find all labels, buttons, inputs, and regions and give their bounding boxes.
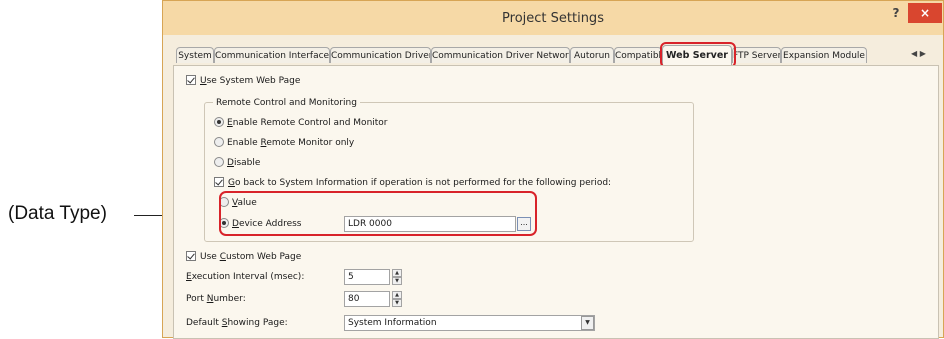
label-text: Enable bbox=[227, 138, 261, 148]
enable-remote-control-radio[interactable]: Enable Remote Control and Monitor bbox=[214, 116, 388, 130]
checkbox-checked-icon bbox=[186, 251, 196, 261]
label-text: ustom Web Page bbox=[225, 252, 302, 262]
label-text: umber: bbox=[213, 294, 246, 304]
port-number-label: Port Number: bbox=[186, 292, 246, 306]
spin-down-icon[interactable]: ▼ bbox=[392, 299, 402, 307]
default-showing-page-label: Default Showing Page: bbox=[186, 316, 288, 330]
data-type-callout: (Data Type) bbox=[8, 203, 107, 224]
execution-interval-label: Execution Interval (msec): bbox=[186, 270, 304, 284]
checkbox-checked-icon bbox=[214, 177, 224, 187]
tab-ftp-server[interactable]: FTP Server bbox=[732, 47, 781, 63]
use-system-web-page-checkbox[interactable]: Use System Web Page bbox=[186, 74, 300, 88]
label-text: isable bbox=[233, 158, 261, 168]
label-text: Default bbox=[186, 318, 222, 328]
label-text: Use bbox=[200, 252, 220, 262]
group-title: Remote Control and Monitoring bbox=[213, 96, 360, 110]
dialog-title: Project Settings bbox=[502, 11, 604, 26]
port-number-input[interactable]: 80 bbox=[344, 291, 390, 307]
disable-radio[interactable]: Disable bbox=[214, 156, 260, 170]
tab-system[interactable]: System bbox=[176, 47, 214, 63]
label-accesskey: U bbox=[200, 76, 207, 86]
help-button[interactable]: ? bbox=[883, 3, 909, 23]
execution-interval-input[interactable]: 5 bbox=[344, 269, 390, 285]
title-bar: Project Settings ? × bbox=[163, 1, 943, 35]
tab-autorun[interactable]: Autorun bbox=[570, 47, 614, 63]
use-custom-web-page-checkbox[interactable]: Use Custom Web Page bbox=[186, 250, 301, 264]
close-button[interactable]: × bbox=[908, 3, 942, 23]
tab-communication-driver[interactable]: Communication Driver bbox=[330, 47, 431, 63]
spin-down-icon[interactable]: ▼ bbox=[392, 277, 402, 285]
tab-communication-interface[interactable]: Communication Interface bbox=[214, 47, 330, 63]
port-number-spinner[interactable]: ▲ ▼ bbox=[392, 291, 402, 307]
label-text: emote Monitor only bbox=[266, 138, 355, 148]
chevron-down-icon[interactable]: ▼ bbox=[581, 316, 594, 330]
default-showing-page-select[interactable]: System Information bbox=[344, 315, 595, 331]
label-accesskey: D bbox=[227, 158, 234, 168]
spin-up-icon[interactable]: ▲ bbox=[392, 291, 402, 299]
spin-up-icon[interactable]: ▲ bbox=[392, 269, 402, 277]
tab-strip: System Communication Interface Communica… bbox=[163, 45, 943, 65]
label-text: xecution Interval (msec): bbox=[191, 272, 305, 282]
radio-selected-icon bbox=[214, 117, 224, 127]
radio-unselected-icon bbox=[214, 157, 224, 167]
tab-communication-driver-network[interactable]: Communication Driver Network bbox=[431, 47, 570, 63]
label-text: o back to System Information if operatio… bbox=[234, 178, 612, 188]
tab-compatible[interactable]: Compatible bbox=[614, 47, 662, 63]
label-text: Port bbox=[186, 294, 207, 304]
go-back-checkbox[interactable]: Go back to System Information if operati… bbox=[214, 176, 611, 190]
checkbox-checked-icon bbox=[186, 75, 196, 85]
label-text: se System Web Page bbox=[206, 76, 301, 86]
execution-interval-spinner[interactable]: ▲ ▼ bbox=[392, 269, 402, 285]
label-accesskey: G bbox=[228, 178, 235, 188]
label-text: nable Remote Control and Monitor bbox=[232, 118, 388, 128]
label-text: howing Page: bbox=[227, 318, 288, 328]
project-settings-dialog: Project Settings ? × System Communicatio… bbox=[162, 0, 944, 339]
tab-expansion-module[interactable]: Expansion Module bbox=[781, 47, 867, 63]
enable-remote-monitor-radio[interactable]: Enable Remote Monitor only bbox=[214, 136, 354, 150]
radio-unselected-icon bbox=[214, 137, 224, 147]
tab-scroll-arrows-icon[interactable]: ◀ ▶ bbox=[911, 49, 926, 58]
data-type-highlight bbox=[219, 191, 537, 236]
